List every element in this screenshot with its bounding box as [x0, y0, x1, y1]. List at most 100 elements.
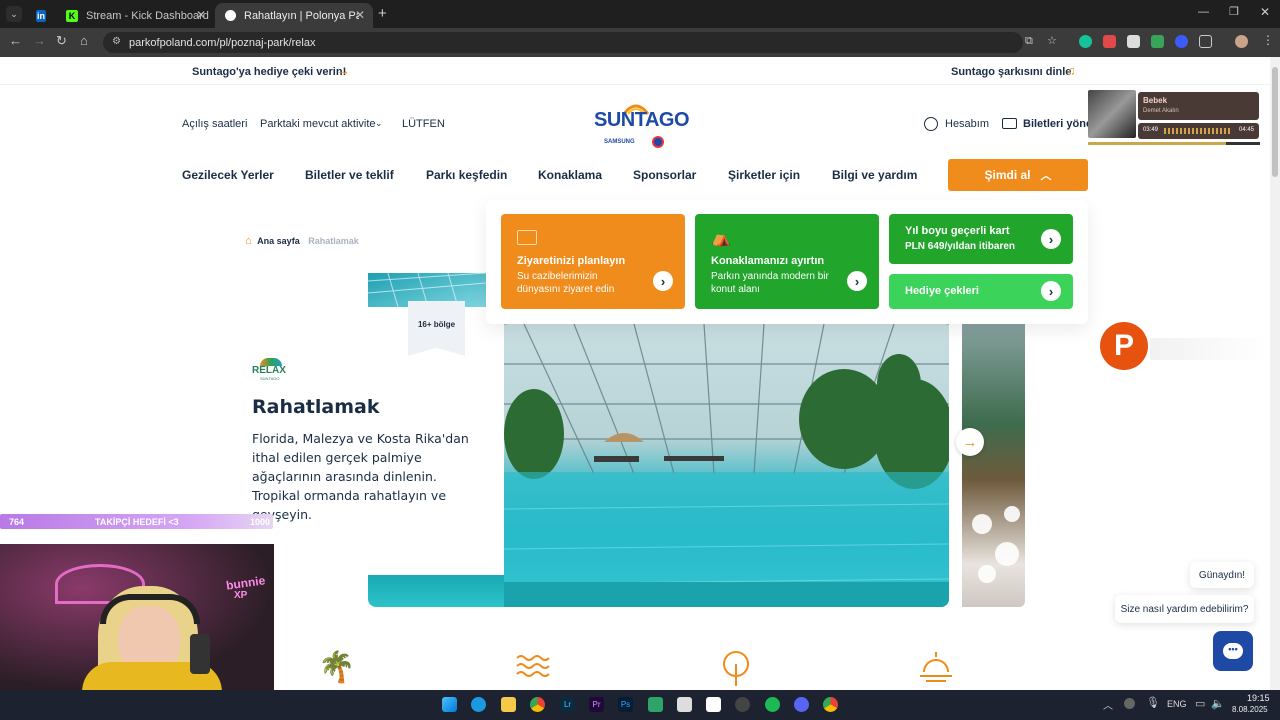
listen-song-link[interactable]: Suntago şarkısını dinle	[951, 66, 1071, 78]
plan-visit-card[interactable]: Ziyaretinizi planlayın Su cazibelerimizi…	[501, 214, 685, 309]
gift-vouchers-title: Hediye çekleri	[905, 285, 979, 297]
suntago-logo[interactable]: SUNTAGO SAMSUNG	[594, 96, 690, 152]
tab-linkedin[interactable]: in	[26, 3, 54, 28]
notes-icon[interactable]	[648, 697, 663, 712]
nav-sponsors[interactable]: Sponsorlar	[633, 168, 696, 182]
opening-hours-link[interactable]: Açılış saatleri	[182, 118, 247, 130]
scrollbar-thumb[interactable]	[1272, 67, 1278, 177]
microphone-icon[interactable]: 🎙	[1146, 696, 1160, 709]
please-link[interactable]: LÜTFEN	[402, 118, 445, 130]
chevron-right-icon: ›	[847, 271, 867, 291]
minimize-icon[interactable]: —	[1198, 6, 1209, 18]
discord-icon[interactable]	[794, 697, 809, 712]
stay-title: Konaklamanızı ayırtın	[711, 255, 825, 267]
breadcrumb: ⌂ Ana sayfa Rahatlamak	[245, 235, 359, 247]
lightroom-icon[interactable]: Lr	[560, 697, 575, 712]
calculator-icon[interactable]	[677, 697, 692, 712]
network-icon[interactable]: ▭	[1195, 697, 1205, 710]
address-bar[interactable]: ⚙ parkofpoland.com/pl/poznaj-park/relax …	[103, 32, 1057, 53]
tab-search-button[interactable]: ⌄	[6, 6, 22, 22]
grammarly-extension-icon[interactable]	[1079, 35, 1092, 48]
activities-dropdown[interactable]: Parktaki mevcut aktivite	[260, 118, 376, 130]
obs-icon[interactable]	[735, 697, 750, 712]
chrome-icon[interactable]	[530, 697, 545, 712]
page-scrollbar[interactable]	[1270, 57, 1280, 690]
promo-strip: Suntago'ya hediye çeki verin! → Suntago …	[0, 57, 1270, 85]
track-title: Bebek	[1143, 96, 1168, 105]
profile-avatar[interactable]	[1235, 35, 1248, 48]
nav-explore[interactable]: Parkı keşfedin	[426, 168, 507, 182]
chevron-right-icon: ›	[1041, 229, 1061, 249]
plan-title: Ziyaretinizi planlayın	[517, 255, 626, 267]
extension-icon[interactable]	[1127, 35, 1140, 48]
chat-button[interactable]: •••	[1213, 631, 1253, 671]
buy-now-button[interactable]: Şimdi al ︿	[948, 159, 1088, 191]
home-icon: ⌂	[245, 235, 252, 247]
book-stay-card[interactable]: ⛺ Konaklamanızı ayırtın Parkın yanında m…	[695, 214, 879, 309]
nav-help[interactable]: Bilgi ve yardım	[832, 168, 917, 182]
user-icon	[924, 117, 938, 131]
annual-pass-card[interactable]: Yıl boyu geçerli kart PLN 649/yıldan iti…	[889, 214, 1073, 264]
app-icon[interactable]	[706, 697, 721, 712]
spotify-icon[interactable]	[765, 697, 780, 712]
tab-label: Rahatlayın | Polonya Parkı - Sun	[244, 9, 359, 22]
tab-suntago[interactable]: Rahatlayın | Polonya Parkı - Sun ✕	[215, 3, 373, 28]
photoshop-icon[interactable]: Ps	[618, 697, 633, 712]
nav-accommodation[interactable]: Konaklama	[538, 168, 602, 182]
chat-bubble-icon: •••	[1223, 643, 1243, 659]
stream-logo-trail	[1150, 338, 1270, 360]
new-tab-icon[interactable]: +	[378, 5, 387, 22]
chat-greeting[interactable]: Günaydın!	[1190, 562, 1254, 588]
tray-chevron-icon[interactable]: ︿	[1103, 697, 1113, 712]
gift-vouchers-card[interactable]: Hediye çekleri ›	[889, 274, 1073, 309]
total-time: 04:45	[1239, 127, 1255, 133]
extension-icon[interactable]	[1175, 35, 1188, 48]
bookmark-star-icon[interactable]: ☆	[1047, 34, 1057, 47]
translate-icon[interactable]: ⧉	[1025, 35, 1033, 48]
tree-svg	[723, 651, 749, 686]
chrome-active-icon[interactable]	[823, 697, 838, 712]
nav-companies[interactable]: Şirketler için	[728, 168, 800, 182]
close-tab-icon[interactable]: ✕	[196, 8, 206, 22]
menu-kebab-icon[interactable]: ⋮	[1262, 33, 1274, 47]
restore-icon[interactable]: ❐	[1229, 5, 1239, 18]
breadcrumb-home[interactable]: Ana sayfa	[257, 236, 300, 246]
extension-icon[interactable]	[1151, 35, 1164, 48]
tab-kick-dashboard[interactable]: K Stream - Kick Dashboard ✕	[56, 3, 214, 28]
clock-time[interactable]: 19:15	[1247, 693, 1270, 703]
window-close-icon[interactable]: ✕	[1260, 5, 1270, 19]
start-windows-icon[interactable]	[442, 697, 457, 712]
ticket-icon	[1002, 118, 1017, 129]
back-icon[interactable]: ←	[9, 33, 22, 48]
orchid-thumbnail[interactable]	[962, 324, 1025, 607]
site-info-icon[interactable]: ⚙	[112, 36, 121, 47]
tent-icon: ⛺	[711, 230, 731, 247]
manage-tickets-link[interactable]: Biletleri yönet	[1023, 118, 1088, 130]
home-icon[interactable]: ⌂	[80, 33, 88, 48]
spotify-widget: Bebek Demet Akalın 03:49 04:45	[1088, 90, 1260, 146]
extensions-puzzle-icon[interactable]	[1199, 35, 1212, 48]
gift-voucher-link[interactable]: Suntago'ya hediye çeki verin!	[192, 66, 346, 78]
goal-label: TAKİPÇİ HEDEFİ <3	[95, 517, 179, 527]
next-slide-button[interactable]: →	[956, 428, 984, 456]
chat-question[interactable]: Size nasıl yardım edebilirim?	[1115, 595, 1254, 623]
plan-subtitle-2: dünyasını ziyaret edin	[517, 284, 615, 295]
ticket-icon	[517, 230, 537, 245]
edge-icon[interactable]	[471, 697, 486, 712]
account-link[interactable]: Hesabım	[945, 118, 989, 130]
pool-edge-image	[368, 575, 504, 607]
nav-tickets[interactable]: Biletler ve teklif	[305, 168, 394, 182]
tray-app-icon[interactable]	[1124, 698, 1135, 709]
chevron-up-icon: ︿	[1040, 170, 1052, 182]
volume-icon[interactable]: 🔈	[1211, 697, 1225, 710]
file-explorer-icon[interactable]	[501, 697, 516, 712]
close-tab-icon[interactable]: ✕	[355, 8, 365, 22]
premiere-icon[interactable]: Pr	[589, 697, 604, 712]
reload-icon[interactable]: ↻	[56, 33, 67, 49]
extension-badge-icon[interactable]	[1103, 35, 1116, 48]
forward-icon[interactable]: →	[33, 33, 46, 48]
track-info-box: Bebek Demet Akalın	[1138, 92, 1259, 120]
language-indicator[interactable]: ENG	[1167, 699, 1187, 709]
nav-places[interactable]: Gezilecek Yerler	[182, 168, 274, 182]
clock-date[interactable]: 8.08.2025	[1232, 705, 1268, 714]
